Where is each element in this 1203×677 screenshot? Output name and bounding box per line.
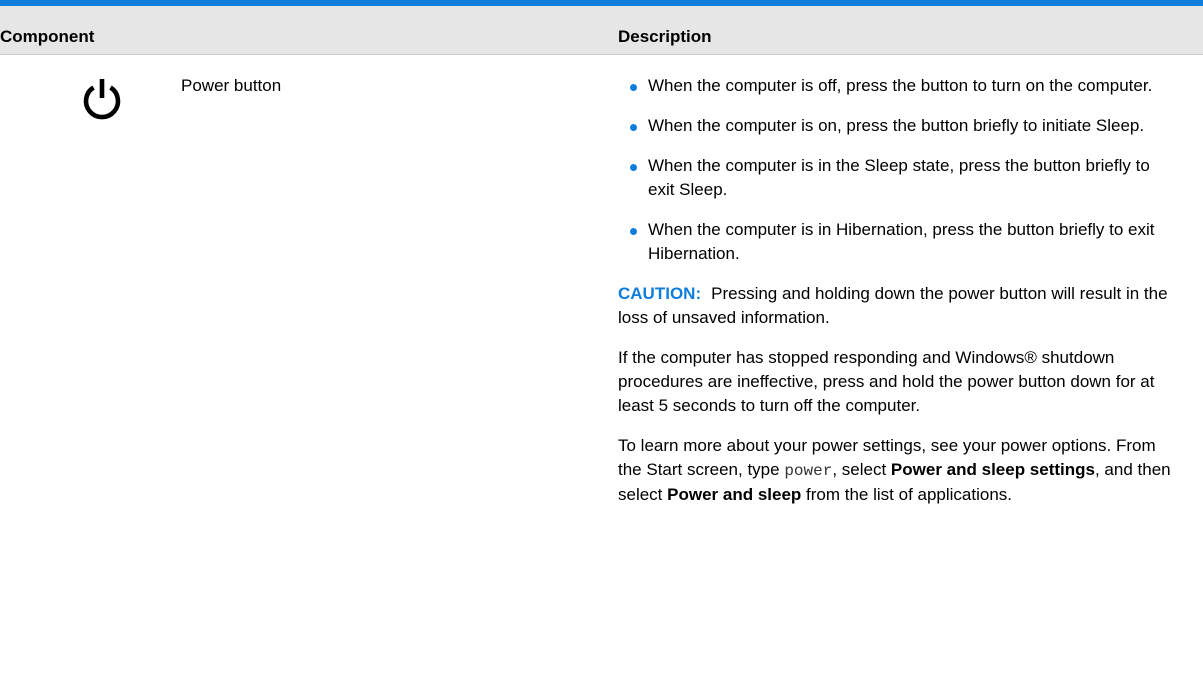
column-header-component: Component: [0, 27, 95, 46]
settings-text-4: from the list of applications.: [801, 485, 1013, 504]
power-settings-paragraph: To learn more about your power settings,…: [618, 434, 1178, 507]
bullet-text: When the computer is on, press the butto…: [648, 116, 1145, 135]
description-cell: When the computer is off, press the butt…: [618, 74, 1178, 523]
bullet-text: When the computer is in the Sleep state,…: [648, 156, 1150, 199]
bullet-list: When the computer is off, press the butt…: [618, 74, 1178, 266]
caution-paragraph: CAUTION: Pressing and holding down the po…: [618, 282, 1178, 330]
list-item: When the computer is in Hibernation, pre…: [618, 218, 1178, 266]
bullet-dot: [630, 228, 637, 235]
bullet-dot: [630, 124, 637, 131]
column-header-description: Description: [618, 27, 712, 46]
list-item: When the computer is in the Sleep state,…: [618, 154, 1178, 202]
power-icon: [83, 79, 121, 120]
list-item: When the computer is off, press the butt…: [618, 74, 1178, 98]
bullet-text: When the computer is off, press the butt…: [648, 76, 1153, 95]
power-sleep-label: Power and sleep: [667, 485, 802, 504]
power-sleep-settings-label: Power and sleep settings: [890, 460, 1095, 479]
bullet-dot: [630, 164, 637, 171]
caution-label: CAUTION:: [618, 284, 702, 303]
settings-text-2: , select: [832, 460, 891, 479]
component-label: Power button: [181, 76, 282, 95]
shutdown-paragraph: If the computer has stopped responding a…: [618, 348, 1155, 415]
bullet-dot: [630, 84, 637, 91]
bullet-text: When the computer is in Hibernation, pre…: [648, 220, 1155, 263]
list-item: When the computer is on, press the butto…: [618, 114, 1178, 138]
table-header: Component Description: [0, 6, 1203, 55]
power-command: power: [784, 462, 833, 480]
